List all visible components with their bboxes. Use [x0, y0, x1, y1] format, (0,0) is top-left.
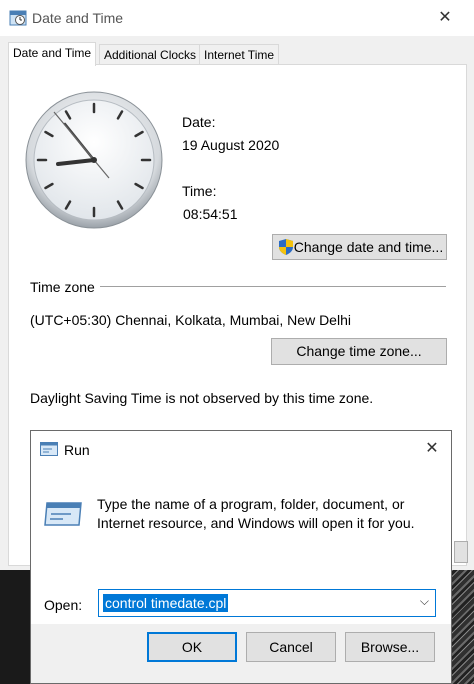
- change-date-time-label: Change date and time...: [293, 239, 444, 255]
- open-combobox[interactable]: control timedate.cpl ⌵: [98, 589, 436, 617]
- analog-clock: [25, 91, 163, 229]
- tab-additional-clocks[interactable]: Additional Clocks: [99, 44, 202, 65]
- run-icon: [44, 502, 82, 526]
- run-footer: OK Cancel Browse...: [31, 624, 451, 683]
- time-label: Time:: [182, 183, 217, 199]
- run-title: Run: [64, 442, 90, 458]
- run-icon: [40, 442, 58, 456]
- date-label: Date:: [182, 114, 216, 130]
- browse-button[interactable]: Browse...: [345, 632, 435, 662]
- ok-button[interactable]: OK: [147, 632, 237, 662]
- date-time-titlebar: Date and Time ✕: [0, 0, 474, 36]
- close-icon[interactable]: ✕: [430, 4, 460, 32]
- dst-note: Daylight Saving Time is not observed by …: [30, 390, 374, 406]
- run-titlebar: Run ✕: [31, 431, 451, 467]
- change-date-time-button[interactable]: Change date and time...: [272, 234, 447, 260]
- time-value: 08:54:51: [183, 206, 238, 222]
- uac-shield-icon: [279, 239, 293, 255]
- change-timezone-button[interactable]: Change time zone...: [271, 338, 447, 365]
- cancel-button[interactable]: Cancel: [246, 632, 336, 662]
- window-button-partial[interactable]: [454, 541, 468, 563]
- run-body: Type the name of a program, folder, docu…: [31, 467, 451, 624]
- close-icon[interactable]: ✕: [417, 435, 447, 463]
- run-description: Type the name of a program, folder, docu…: [97, 496, 415, 531]
- open-input-value[interactable]: control timedate.cpl: [103, 594, 229, 612]
- window-title: Date and Time: [32, 10, 124, 26]
- date-value: 19 August 2020: [182, 137, 280, 153]
- timezone-value: (UTC+05:30) Chennai, Kolkata, Mumbai, Ne…: [30, 312, 351, 328]
- run-dialog: Run ✕ Type the name of a program, folder…: [30, 430, 452, 684]
- timezone-divider: [100, 286, 446, 287]
- tab-date-and-time[interactable]: Date and Time: [8, 42, 97, 66]
- timezone-heading: Time zone: [30, 279, 95, 295]
- chevron-down-icon[interactable]: ⌵: [420, 594, 429, 609]
- tab-internet-time[interactable]: Internet Time: [199, 44, 280, 65]
- calendar-clock-icon: [9, 10, 27, 26]
- open-label: Open:: [44, 597, 83, 613]
